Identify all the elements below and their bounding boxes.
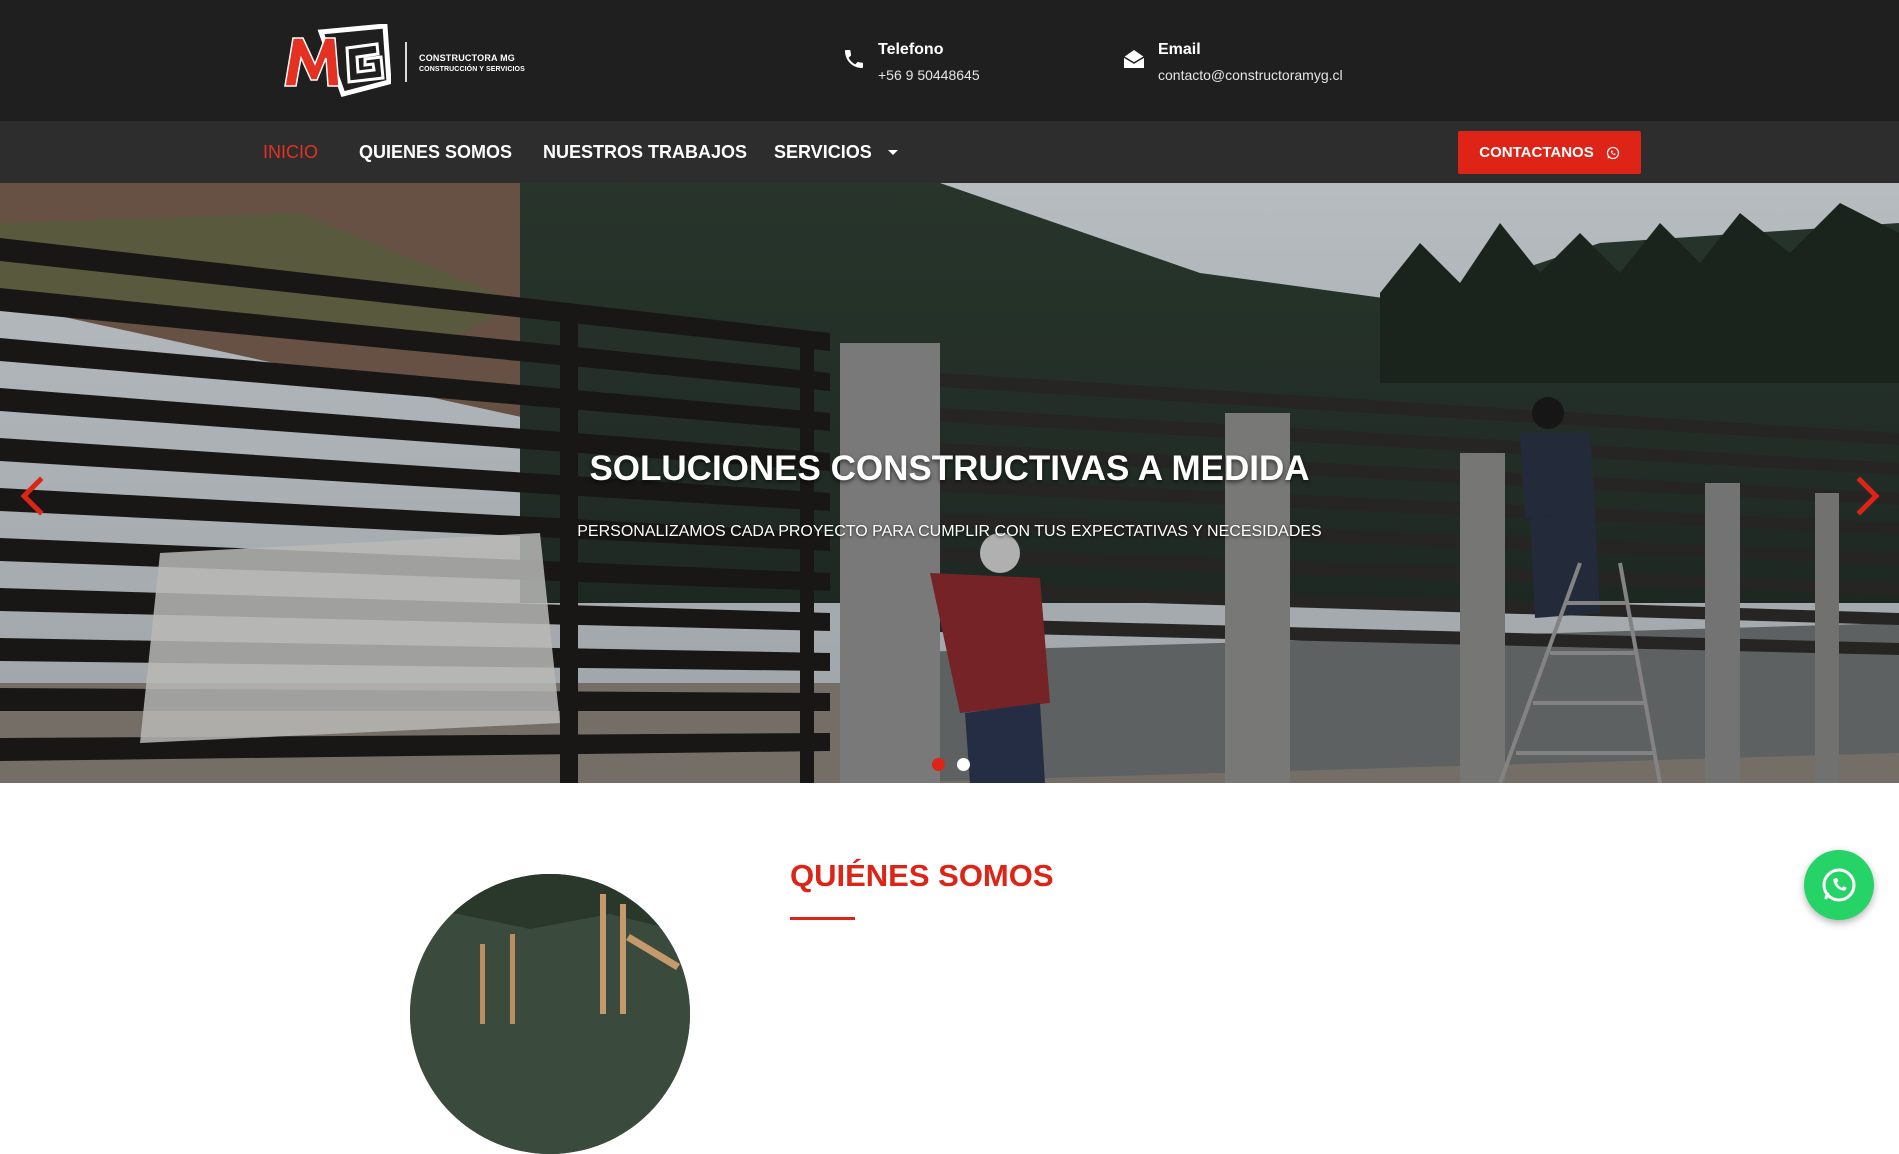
email-label: Email xyxy=(1158,41,1201,58)
whatsapp-icon xyxy=(1606,146,1619,159)
nav-item-nuestros-trabajos[interactable]: NUESTROS TRABAJOS xyxy=(543,142,747,163)
caret-down-icon xyxy=(887,150,898,156)
mg-logo-mark-icon xyxy=(284,24,391,97)
nav-item-quienes-somos[interactable]: QUIENES SOMOS xyxy=(359,142,512,163)
top-bar: CONSTRUCTORA MG CONSTRUCCIÓN Y SERVICIOS… xyxy=(0,0,1899,121)
about-image xyxy=(410,874,690,1154)
phone-number[interactable]: +56 9 50448645 xyxy=(878,67,980,83)
brand-name: CONSTRUCTORA MG xyxy=(419,53,515,63)
nav-item-servicios-label: SERVICIOS xyxy=(774,142,872,162)
slider-prev-button[interactable] xyxy=(14,466,48,526)
logo-divider xyxy=(405,42,407,82)
slider-dot-1[interactable] xyxy=(932,758,945,771)
contact-us-label: CONTACTANOS xyxy=(1479,144,1594,161)
hero-title: SOLUCIONES CONSTRUCTIVAS A MEDIDA xyxy=(589,449,1310,488)
phone-icon xyxy=(845,50,863,68)
contact-email: Email contacto@constructoramyg.cl xyxy=(1122,41,1382,87)
chevron-right-icon xyxy=(1856,476,1880,516)
about-title-underline xyxy=(790,917,855,920)
slider-pagination xyxy=(932,758,970,772)
nav-item-inicio[interactable]: INICIO xyxy=(263,142,318,163)
envelope-open-icon xyxy=(1123,50,1145,68)
contact-us-button[interactable]: CONTACTANOS xyxy=(1458,131,1641,174)
slider-next-button[interactable] xyxy=(1852,466,1886,526)
brand-tagline: CONSTRUCCIÓN Y SERVICIOS xyxy=(419,66,525,73)
about-title: QUIÉNES SOMOS xyxy=(790,858,1054,893)
brand-logo[interactable]: CONSTRUCTORA MG CONSTRUCCIÓN Y SERVICIOS xyxy=(281,24,526,100)
email-address[interactable]: contacto@constructoramyg.cl xyxy=(1158,67,1343,83)
contact-phone: Telefono +56 9 50448645 xyxy=(842,41,1042,87)
whatsapp-floating-button[interactable] xyxy=(1804,850,1874,920)
hero-subtitle: PERSONALIZAMOS CADA PROYECTO PARA CUMPLI… xyxy=(577,523,1322,540)
logo-wordmark: CONSTRUCTORA MG CONSTRUCCIÓN Y SERVICIOS xyxy=(419,52,525,76)
hero-slider: SOLUCIONES CONSTRUCTIVAS A MEDIDA PERSON… xyxy=(0,183,1899,783)
about-photo xyxy=(410,874,690,1154)
slider-dot-2[interactable] xyxy=(957,758,970,771)
whatsapp-icon xyxy=(1822,868,1856,902)
phone-label: Telefono xyxy=(878,41,944,58)
chevron-left-icon xyxy=(20,476,44,516)
nav-item-servicios[interactable]: SERVICIOS xyxy=(774,142,899,163)
